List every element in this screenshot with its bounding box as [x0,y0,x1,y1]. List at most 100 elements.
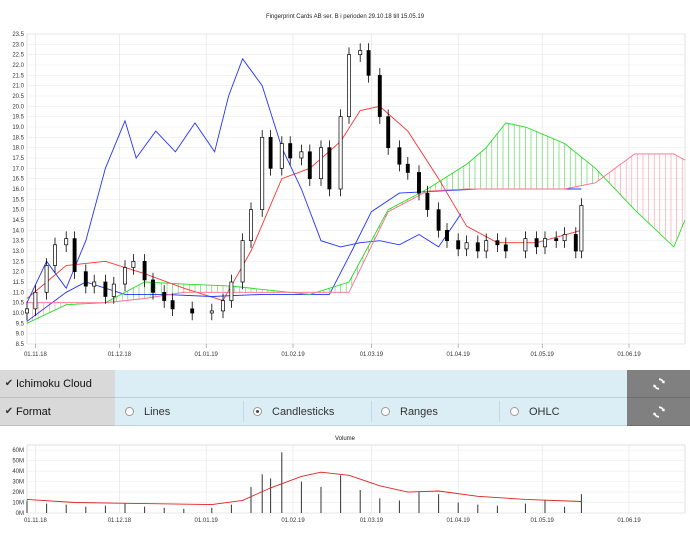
x-tick-label: 01.06.19 [617,518,641,524]
y-tick-label: 0M [16,511,24,517]
y-tick-label: 13.5 [12,239,24,245]
option-ranges[interactable]: Ranges [381,398,438,425]
x-tick-label: 01.03.19 [360,352,384,358]
ichimoku-label: Ichimoku Cloud [16,377,92,390]
y-tick-label: 11.5 [13,280,25,286]
candle-body [495,240,500,246]
candle-body [83,271,88,287]
radio-icon [381,407,390,416]
candle-body [72,238,77,273]
y-tick-label: 12.0 [12,270,24,276]
format-label: Format [16,405,51,418]
option-ohlc[interactable]: OHLC [510,398,560,425]
candle-body [268,136,273,169]
candle-body [279,143,284,169]
format-refresh-button[interactable] [627,398,690,426]
y-tick-label: 40M [12,469,24,475]
candle-body [319,147,323,180]
candle-body [327,147,332,190]
candle-body [221,300,225,312]
candle-body [397,147,402,165]
candle-body [523,238,528,252]
x-tick-label: 01.03.19 [360,518,384,524]
volume-title: Volume [335,436,356,442]
candle-body [405,163,410,173]
y-tick-label: 15.5 [12,197,24,203]
candle-body [299,151,304,159]
chart-title: Fingerprint Cards AB ser. B i perioden 2… [266,14,425,20]
y-tick-label: 17.0 [12,166,24,172]
candle-body [562,234,567,242]
y-tick-label: 8.5 [16,342,25,348]
candle-body [25,308,29,314]
y-tick-label: 60M [12,448,24,454]
option-lines[interactable]: Lines [125,398,170,425]
checkmark-icon: ✔ [4,378,14,389]
volume-chart-svg: Volume 0M 10M 20M 30M 40M 50M 60M 01.11.18 01.12.… [12,436,686,524]
y-tick-label: 10.0 [12,311,24,317]
y-tick-label: 13.0 [12,249,24,255]
refresh-icon [652,377,665,390]
candle-body [44,265,49,293]
y-tick-label: 11.0 [13,290,25,296]
candle-body [425,192,430,211]
y-tick-label: 18.5 [12,135,24,141]
x-tick-label: 01.05.19 [531,352,555,358]
candle-body [170,300,175,310]
x-tick-label: 01.12.18 [108,518,132,524]
y-tick-label: 22.0 [12,63,24,69]
radio-selected-icon [253,407,262,416]
candle-body [503,244,508,252]
candle-body [445,229,449,242]
candle-body [534,238,539,248]
candle-body [229,281,234,301]
candle-body [111,283,116,297]
radio-icon [510,407,519,416]
x-tick-label: 01.02.19 [281,352,305,358]
format-checkbox[interactable]: ✔ Format [0,398,115,426]
x-tick-label: 01.05.19 [531,518,555,524]
volume-chart: Volume 0M 10M 20M 30M 40M 50M 60M 01.11.18 01.12.… [0,430,690,529]
candle-body [260,136,265,211]
x-tick-label: 01.12.18 [108,352,132,358]
candle-body [131,260,136,268]
option-candlesticks[interactable]: Candlesticks [253,398,334,425]
ichimoku-checkbox[interactable]: ✔ Ichimoku Cloud [0,370,115,398]
candle-body [142,260,147,281]
x-tick-label: 01.02.19 [281,518,305,524]
y-tick-label: 20.0 [12,104,24,110]
candle-body [190,308,195,314]
candle-body [92,281,97,287]
option-label: Ranges [400,405,438,418]
y-tick-label: 17.5 [12,156,24,162]
ichimoku-refresh-button[interactable] [627,370,690,398]
candle-body [307,151,312,180]
candle-body [209,310,214,314]
x-tick-label: 01.11.18 [24,518,48,524]
candle-body [123,267,127,285]
y-tick-label: 20M [12,490,24,496]
y-tick-label: 14.5 [12,218,24,224]
y-tick-label: 18.0 [12,146,24,152]
x-tick-label: 01.06.19 [617,352,641,358]
y-tick-label: 16.5 [12,177,24,183]
x-tick-label: 01.04.19 [447,352,471,358]
x-tick-label: 01.11.18 [24,352,48,358]
y-tick-label: 16.0 [12,187,24,193]
candle-body [573,234,578,252]
y-tick-label: 10M [12,501,24,507]
y-tick-label: 15.0 [12,208,24,214]
candle-body [64,238,69,246]
y-tick-label: 10.5 [12,301,24,307]
candle-body [475,242,480,252]
divider [243,401,244,422]
option-label: Lines [144,405,171,418]
candle-body [33,291,38,310]
y-tick-label: 9.0 [16,332,25,338]
y-tick-label: 19.0 [12,125,24,131]
y-tick-label: 23.0 [12,42,24,48]
candle-body [464,242,469,250]
y-tick-label: 21.0 [12,84,24,90]
candle-body [249,209,253,242]
y-tick-label: 19.5 [12,115,24,121]
